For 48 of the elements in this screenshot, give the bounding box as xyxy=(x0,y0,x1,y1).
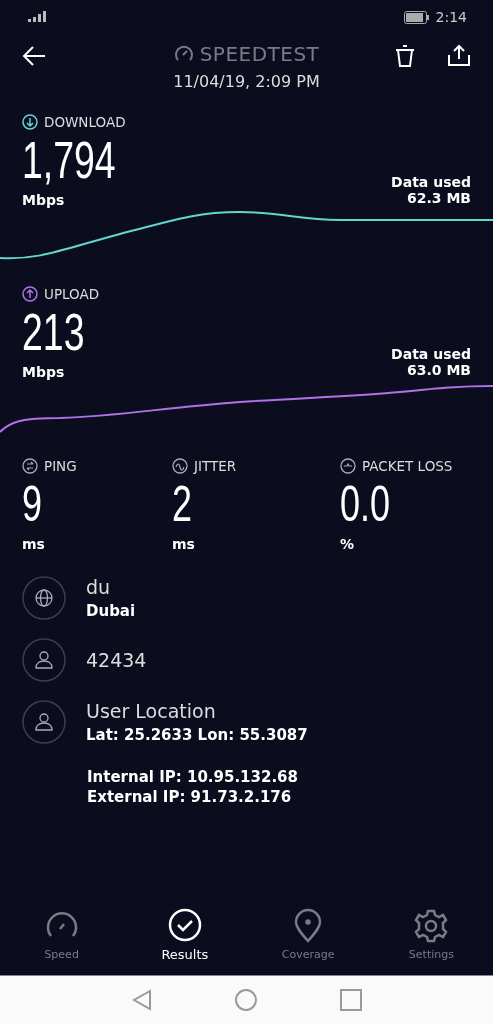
stat-label: PING xyxy=(44,458,77,474)
info-title: User Location xyxy=(86,700,217,722)
info-detail: Dubai xyxy=(86,602,136,620)
nav-tab[interactable]: Results xyxy=(139,906,230,962)
ping-icon xyxy=(22,458,38,474)
data-used-label: Data used xyxy=(391,174,471,190)
metric-label: UPLOAD xyxy=(44,286,100,302)
loss-icon xyxy=(340,458,356,474)
metric-label: DOWNLOAD xyxy=(44,114,126,130)
home-nav-icon[interactable] xyxy=(233,988,258,1012)
check-circle-icon xyxy=(166,906,203,943)
ip-address: Internal IP: 10.95.132.68 xyxy=(87,768,299,786)
trash-icon[interactable] xyxy=(395,45,415,67)
stat-value: 0.0 xyxy=(340,475,391,534)
stat-label: PACKET LOSS xyxy=(362,458,453,474)
share-icon[interactable] xyxy=(448,44,470,66)
ip-address: External IP: 91.73.2.176 xyxy=(87,788,293,806)
jitter-icon xyxy=(172,458,188,474)
stat-unit: % xyxy=(340,536,356,552)
person-icon xyxy=(22,638,66,682)
data-used-value: 63.0 MB xyxy=(406,362,471,378)
speed-unit: Mbps xyxy=(22,192,66,208)
info-title: du xyxy=(86,576,112,598)
status-time: 2:14 xyxy=(435,9,467,25)
globe-icon xyxy=(22,576,66,620)
person-icon xyxy=(22,700,66,744)
nav-tab[interactable]: Speed xyxy=(16,907,107,961)
back-icon[interactable] xyxy=(22,46,46,66)
speed-value: 1,794 xyxy=(22,130,116,190)
data-used-value: 62.3 MB xyxy=(406,190,471,206)
test-date: 11/04/19, 2:09 PM xyxy=(173,72,320,91)
info-title: 42434 xyxy=(86,649,147,671)
stat-unit: ms xyxy=(22,536,46,552)
recents-nav-icon[interactable] xyxy=(339,989,362,1011)
speed-unit: Mbps xyxy=(22,364,66,380)
speed-value: 213 xyxy=(22,302,85,362)
stat-unit: ms xyxy=(172,536,196,552)
nav-tab[interactable]: Settings xyxy=(386,907,477,961)
settings-icon xyxy=(413,907,450,944)
stat-label: JITTER xyxy=(194,458,237,474)
stat-value: 9 xyxy=(22,475,43,534)
info-detail: Lat: 25.2633 Lon: 55.3087 xyxy=(86,726,308,744)
stat-value: 2 xyxy=(172,475,192,534)
battery-icon xyxy=(403,10,430,24)
app-title: SPEEDTEST xyxy=(199,42,320,66)
nav-tab[interactable]: Coverage xyxy=(263,907,354,961)
data-used-label: Data used xyxy=(391,346,471,362)
back-nav-icon[interactable] xyxy=(131,989,152,1011)
